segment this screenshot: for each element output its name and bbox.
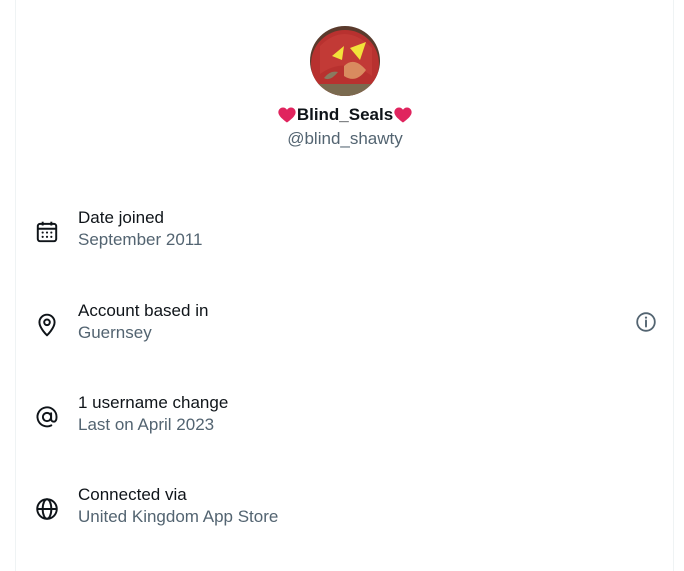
info-icon[interactable] xyxy=(634,310,658,334)
date-joined-label: Date joined xyxy=(78,208,165,227)
heart-emoji-icon xyxy=(278,107,296,123)
heart-emoji-icon xyxy=(394,107,412,123)
username-change-value: Last on April 2023 xyxy=(78,415,215,434)
at-sign-icon xyxy=(36,406,58,428)
avatar-image xyxy=(310,26,380,96)
location-pin-icon xyxy=(38,313,56,337)
username-change-label: 1 username change xyxy=(78,393,229,412)
username-change-row: 1 username change Last on April 2023 xyxy=(0,392,684,448)
username-handle: @blind_shawty xyxy=(287,129,403,148)
account-based-in-row: Account based in Guernsey xyxy=(0,300,684,356)
calendar-icon xyxy=(36,221,58,243)
display-name-row: Blind_Seals xyxy=(0,104,684,126)
date-joined-row: Date joined September 2011 xyxy=(0,207,684,263)
date-joined-value: September 2011 xyxy=(78,230,203,249)
display-name: Blind_Seals xyxy=(296,105,394,124)
connected-via-value: United Kingdom App Store xyxy=(78,507,279,526)
connected-via-row: Connected via United Kingdom App Store xyxy=(0,484,684,540)
account-based-in-value: Guernsey xyxy=(78,323,152,342)
avatar[interactable] xyxy=(310,26,380,96)
account-based-in-label: Account based in xyxy=(78,301,209,320)
globe-icon xyxy=(36,498,58,520)
connected-via-label: Connected via xyxy=(78,485,187,504)
